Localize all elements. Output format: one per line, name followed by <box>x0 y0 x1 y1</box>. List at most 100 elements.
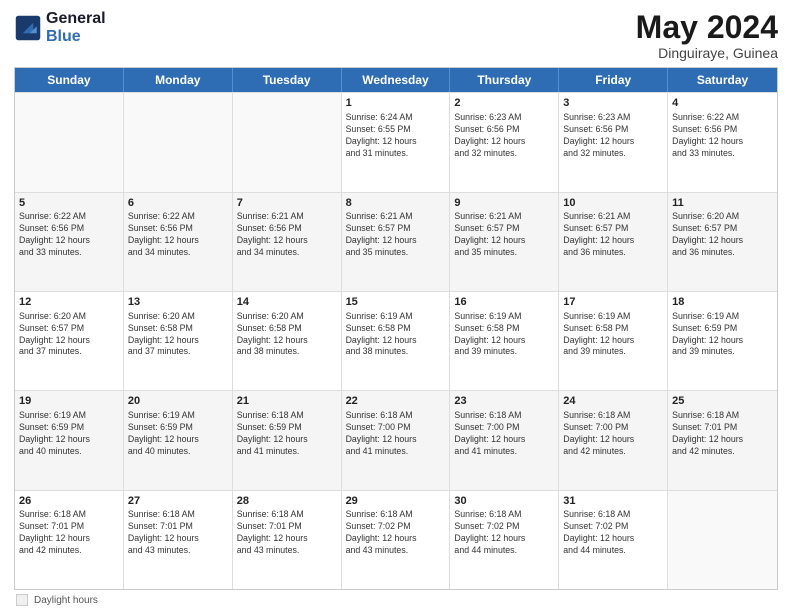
cell-info: Sunrise: 6:20 AM Sunset: 6:57 PM Dayligh… <box>672 211 773 259</box>
calendar: SundayMondayTuesdayWednesdayThursdayFrid… <box>14 67 778 590</box>
calendar-cell: 18Sunrise: 6:19 AM Sunset: 6:59 PM Dayli… <box>668 292 777 390</box>
logo-icon <box>14 14 42 42</box>
calendar-cell <box>233 93 342 191</box>
day-number: 29 <box>346 494 446 509</box>
calendar-cell: 28Sunrise: 6:18 AM Sunset: 7:01 PM Dayli… <box>233 491 342 589</box>
page: General Blue May 2024 Dinguiraye, Guinea… <box>0 0 792 612</box>
calendar-header-cell: Friday <box>559 68 668 92</box>
cell-info: Sunrise: 6:23 AM Sunset: 6:56 PM Dayligh… <box>563 112 663 160</box>
calendar-header-cell: Saturday <box>668 68 777 92</box>
day-number: 13 <box>128 295 228 310</box>
calendar-cell: 13Sunrise: 6:20 AM Sunset: 6:58 PM Dayli… <box>124 292 233 390</box>
calendar-cell: 14Sunrise: 6:20 AM Sunset: 6:58 PM Dayli… <box>233 292 342 390</box>
footer: Daylight hours <box>14 594 778 606</box>
day-number: 22 <box>346 394 446 409</box>
day-number: 17 <box>563 295 663 310</box>
logo-text: General Blue <box>46 10 106 45</box>
calendar-header-row: SundayMondayTuesdayWednesdayThursdayFrid… <box>15 68 777 92</box>
calendar-cell <box>124 93 233 191</box>
day-number: 3 <box>563 96 663 111</box>
day-number: 30 <box>454 494 554 509</box>
calendar-header-cell: Monday <box>124 68 233 92</box>
calendar-cell: 20Sunrise: 6:19 AM Sunset: 6:59 PM Dayli… <box>124 391 233 489</box>
month-title: May 2024 <box>636 10 778 45</box>
logo-line2: Blue <box>46 28 106 46</box>
day-number: 21 <box>237 394 337 409</box>
cell-info: Sunrise: 6:19 AM Sunset: 6:58 PM Dayligh… <box>346 311 446 359</box>
calendar-cell: 25Sunrise: 6:18 AM Sunset: 7:01 PM Dayli… <box>668 391 777 489</box>
calendar-cell: 21Sunrise: 6:18 AM Sunset: 6:59 PM Dayli… <box>233 391 342 489</box>
day-number: 4 <box>672 96 773 111</box>
cell-info: Sunrise: 6:20 AM Sunset: 6:58 PM Dayligh… <box>237 311 337 359</box>
calendar-cell: 7Sunrise: 6:21 AM Sunset: 6:56 PM Daylig… <box>233 193 342 291</box>
cell-info: Sunrise: 6:18 AM Sunset: 7:01 PM Dayligh… <box>672 410 773 458</box>
calendar-cell: 19Sunrise: 6:19 AM Sunset: 6:59 PM Dayli… <box>15 391 124 489</box>
cell-info: Sunrise: 6:19 AM Sunset: 6:59 PM Dayligh… <box>672 311 773 359</box>
day-number: 15 <box>346 295 446 310</box>
day-number: 25 <box>672 394 773 409</box>
cell-info: Sunrise: 6:18 AM Sunset: 7:01 PM Dayligh… <box>19 509 119 557</box>
calendar-cell: 30Sunrise: 6:18 AM Sunset: 7:02 PM Dayli… <box>450 491 559 589</box>
calendar-cell: 6Sunrise: 6:22 AM Sunset: 6:56 PM Daylig… <box>124 193 233 291</box>
calendar-cell: 15Sunrise: 6:19 AM Sunset: 6:58 PM Dayli… <box>342 292 451 390</box>
cell-info: Sunrise: 6:21 AM Sunset: 6:57 PM Dayligh… <box>346 211 446 259</box>
day-number: 2 <box>454 96 554 111</box>
calendar-cell: 24Sunrise: 6:18 AM Sunset: 7:00 PM Dayli… <box>559 391 668 489</box>
day-number: 1 <box>346 96 446 111</box>
calendar-cell: 22Sunrise: 6:18 AM Sunset: 7:00 PM Dayli… <box>342 391 451 489</box>
day-number: 23 <box>454 394 554 409</box>
calendar-header-cell: Sunday <box>15 68 124 92</box>
cell-info: Sunrise: 6:18 AM Sunset: 6:59 PM Dayligh… <box>237 410 337 458</box>
calendar-header-cell: Thursday <box>450 68 559 92</box>
cell-info: Sunrise: 6:21 AM Sunset: 6:57 PM Dayligh… <box>454 211 554 259</box>
calendar-cell: 17Sunrise: 6:19 AM Sunset: 6:58 PM Dayli… <box>559 292 668 390</box>
calendar-week: 5Sunrise: 6:22 AM Sunset: 6:56 PM Daylig… <box>15 192 777 291</box>
day-number: 31 <box>563 494 663 509</box>
day-number: 27 <box>128 494 228 509</box>
calendar-week: 26Sunrise: 6:18 AM Sunset: 7:01 PM Dayli… <box>15 490 777 589</box>
cell-info: Sunrise: 6:18 AM Sunset: 7:01 PM Dayligh… <box>237 509 337 557</box>
title-block: May 2024 Dinguiraye, Guinea <box>636 10 778 61</box>
cell-info: Sunrise: 6:22 AM Sunset: 6:56 PM Dayligh… <box>672 112 773 160</box>
calendar-cell: 1Sunrise: 6:24 AM Sunset: 6:55 PM Daylig… <box>342 93 451 191</box>
calendar-cell <box>668 491 777 589</box>
cell-info: Sunrise: 6:18 AM Sunset: 7:01 PM Dayligh… <box>128 509 228 557</box>
day-number: 26 <box>19 494 119 509</box>
calendar-cell: 4Sunrise: 6:22 AM Sunset: 6:56 PM Daylig… <box>668 93 777 191</box>
cell-info: Sunrise: 6:18 AM Sunset: 7:00 PM Dayligh… <box>563 410 663 458</box>
cell-info: Sunrise: 6:18 AM Sunset: 7:02 PM Dayligh… <box>346 509 446 557</box>
day-number: 20 <box>128 394 228 409</box>
calendar-cell: 31Sunrise: 6:18 AM Sunset: 7:02 PM Dayli… <box>559 491 668 589</box>
cell-info: Sunrise: 6:18 AM Sunset: 7:00 PM Dayligh… <box>454 410 554 458</box>
legend-label: Daylight hours <box>34 595 98 606</box>
calendar-cell: 27Sunrise: 6:18 AM Sunset: 7:01 PM Dayli… <box>124 491 233 589</box>
calendar-cell: 16Sunrise: 6:19 AM Sunset: 6:58 PM Dayli… <box>450 292 559 390</box>
day-number: 16 <box>454 295 554 310</box>
day-number: 8 <box>346 196 446 211</box>
day-number: 19 <box>19 394 119 409</box>
calendar-body: 1Sunrise: 6:24 AM Sunset: 6:55 PM Daylig… <box>15 92 777 589</box>
calendar-cell: 26Sunrise: 6:18 AM Sunset: 7:01 PM Dayli… <box>15 491 124 589</box>
calendar-cell: 29Sunrise: 6:18 AM Sunset: 7:02 PM Dayli… <box>342 491 451 589</box>
cell-info: Sunrise: 6:20 AM Sunset: 6:58 PM Dayligh… <box>128 311 228 359</box>
day-number: 14 <box>237 295 337 310</box>
cell-info: Sunrise: 6:18 AM Sunset: 7:00 PM Dayligh… <box>346 410 446 458</box>
day-number: 6 <box>128 196 228 211</box>
calendar-week: 12Sunrise: 6:20 AM Sunset: 6:57 PM Dayli… <box>15 291 777 390</box>
cell-info: Sunrise: 6:18 AM Sunset: 7:02 PM Dayligh… <box>563 509 663 557</box>
location: Dinguiraye, Guinea <box>636 45 778 61</box>
logo: General Blue <box>14 10 106 45</box>
cell-info: Sunrise: 6:24 AM Sunset: 6:55 PM Dayligh… <box>346 112 446 160</box>
day-number: 18 <box>672 295 773 310</box>
day-number: 5 <box>19 196 119 211</box>
day-number: 24 <box>563 394 663 409</box>
calendar-cell: 9Sunrise: 6:21 AM Sunset: 6:57 PM Daylig… <box>450 193 559 291</box>
cell-info: Sunrise: 6:19 AM Sunset: 6:59 PM Dayligh… <box>19 410 119 458</box>
calendar-header-cell: Tuesday <box>233 68 342 92</box>
calendar-cell: 12Sunrise: 6:20 AM Sunset: 6:57 PM Dayli… <box>15 292 124 390</box>
cell-info: Sunrise: 6:19 AM Sunset: 6:59 PM Dayligh… <box>128 410 228 458</box>
day-number: 10 <box>563 196 663 211</box>
calendar-cell: 3Sunrise: 6:23 AM Sunset: 6:56 PM Daylig… <box>559 93 668 191</box>
calendar-cell: 11Sunrise: 6:20 AM Sunset: 6:57 PM Dayli… <box>668 193 777 291</box>
calendar-week: 19Sunrise: 6:19 AM Sunset: 6:59 PM Dayli… <box>15 390 777 489</box>
